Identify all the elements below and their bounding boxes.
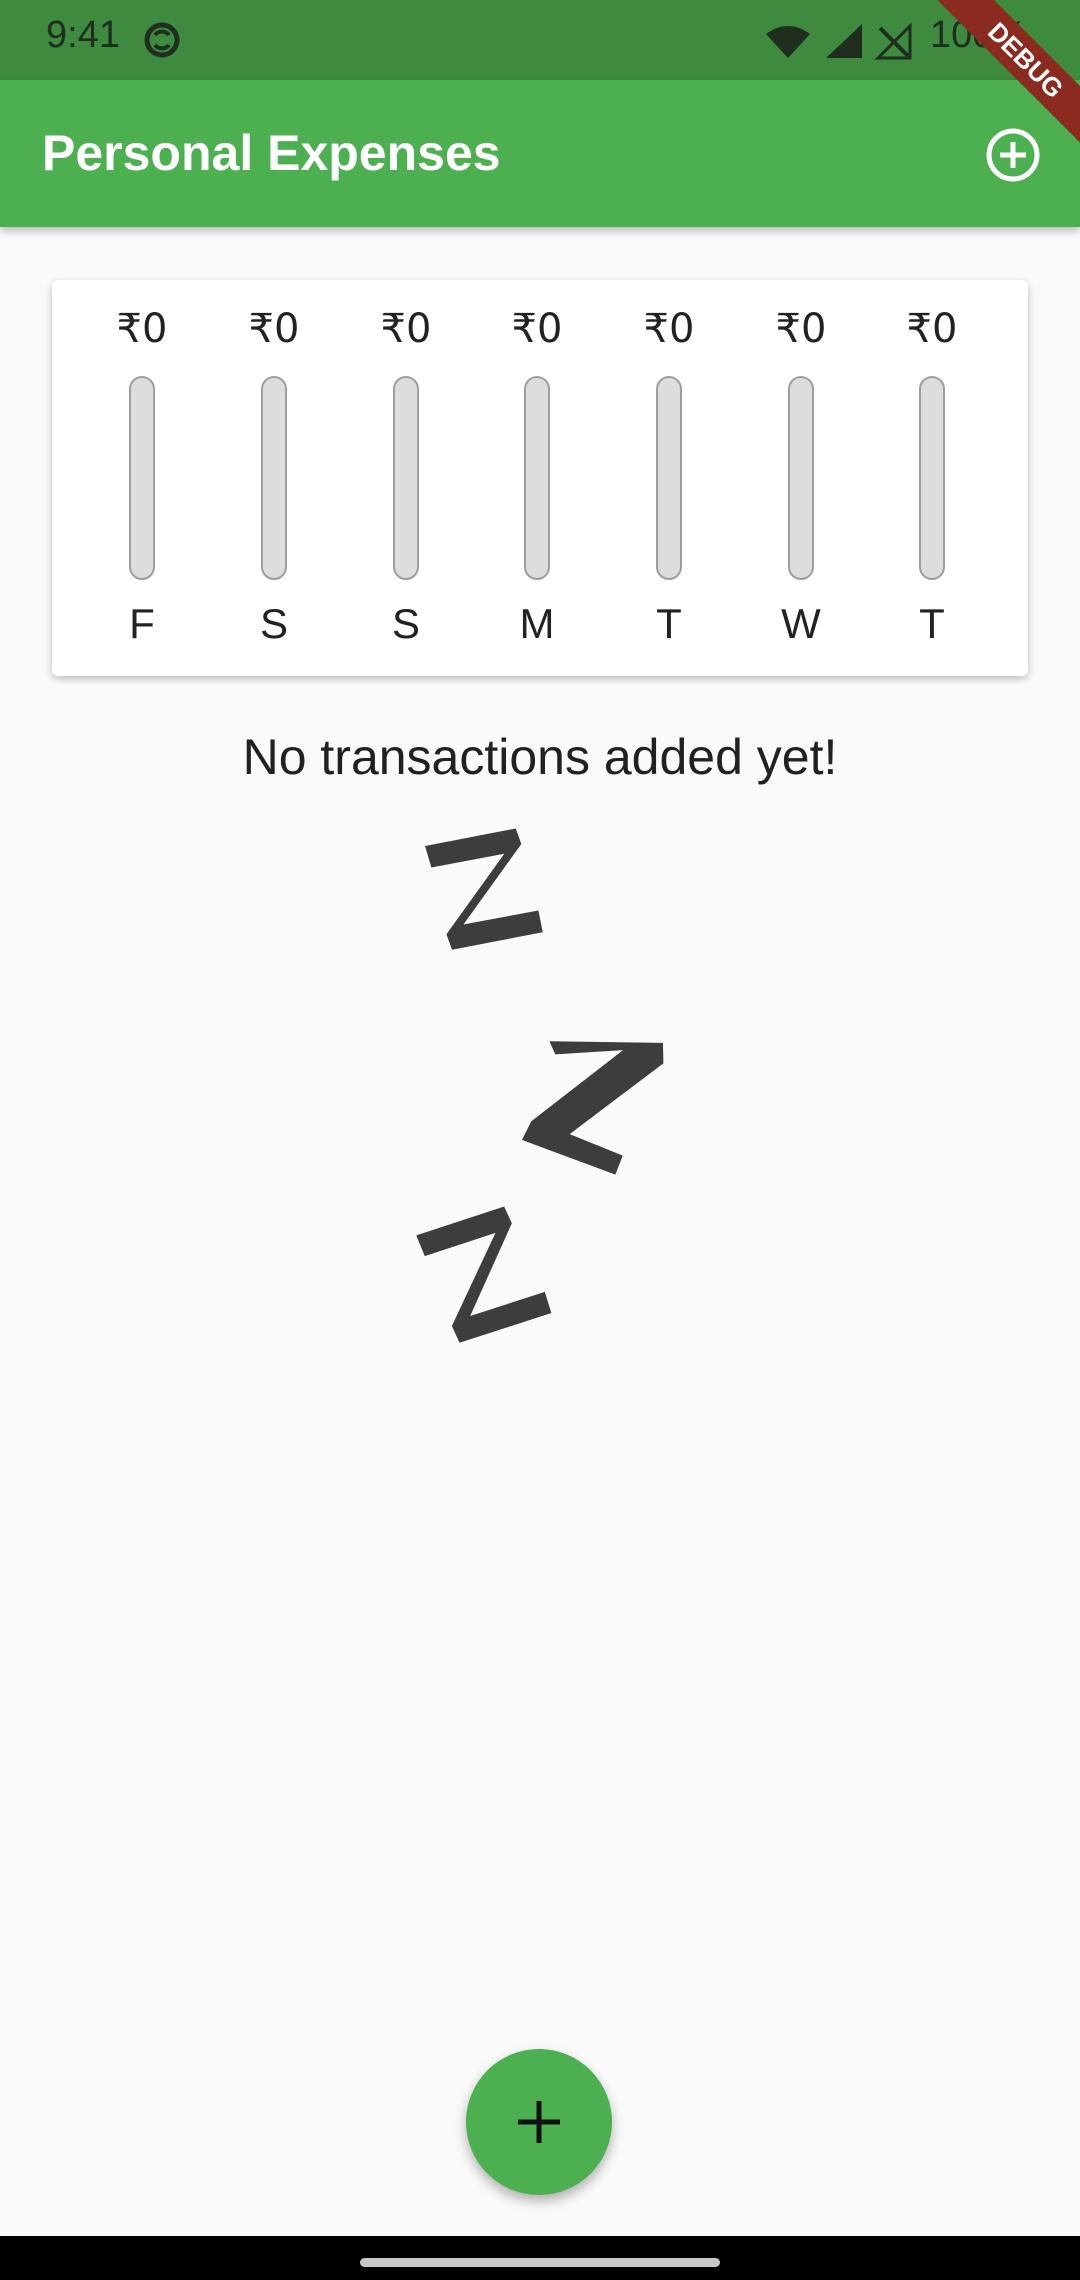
chart-bar-3: ₹0 M <box>487 280 587 676</box>
chart-bar-day-label: T <box>656 600 682 647</box>
plus-icon <box>518 2101 560 2143</box>
weekly-chart-card: ₹0 F ₹0 S ₹0 S ₹0 M ₹0 T ₹0 W ₹0 T <box>52 280 1028 676</box>
sync-icon <box>144 22 180 58</box>
chart-bar-2: ₹0 S <box>356 280 456 676</box>
chart-bar-amount: ₹0 <box>116 306 168 352</box>
gesture-handle[interactable] <box>360 2258 720 2267</box>
chart-bar-4: ₹0 T <box>619 280 719 676</box>
debug-banner-label: DEBUG <box>920 0 1080 160</box>
chart-bar-day-label: S <box>391 600 420 647</box>
app-screen: 9:41 100% DEBUG Personal Expenses ₹0 F ₹0 <box>0 0 1080 2280</box>
chart-bar-amount: ₹0 <box>775 306 827 352</box>
status-bar: 9:41 100% <box>0 0 1080 80</box>
chart-bar-day-label: W <box>781 600 821 647</box>
app-title: Personal Expenses <box>42 125 501 181</box>
chart-bar-amount: ₹0 <box>511 306 563 352</box>
chart-bar-day-label: T <box>919 600 945 647</box>
chart-bar-6: ₹0 T <box>882 280 982 676</box>
chart-bar-amount: ₹0 <box>248 306 300 352</box>
chart-bar-track <box>788 376 814 580</box>
signal-icon <box>826 24 862 58</box>
system-navigation-bar <box>0 2236 1080 2280</box>
chart-bar-amount: ₹0 <box>380 306 432 352</box>
chart-bar-track <box>919 376 945 580</box>
chart-bar-0: ₹0 F <box>92 280 192 676</box>
chart-bar-track <box>129 376 155 580</box>
status-time: 9:41 <box>46 14 120 56</box>
chart-bar-track <box>656 376 682 580</box>
wifi-icon <box>766 26 810 58</box>
chart-bar-track <box>524 376 550 580</box>
debug-banner: DEBUG <box>920 0 1080 160</box>
chart-bar-day-label: M <box>519 600 555 647</box>
chart-bar-day-label: S <box>259 600 288 647</box>
chart-bar-1: ₹0 S <box>224 280 324 676</box>
chart-bar-track <box>393 376 419 580</box>
sleeping-zzz-image <box>416 828 664 1343</box>
app-bar: Personal Expenses <box>0 80 1080 227</box>
chart-bar-track <box>261 376 287 580</box>
add-transaction-fab[interactable] <box>466 2049 612 2195</box>
empty-state-message: No transactions added yet! <box>242 729 838 785</box>
chart-bar-amount: ₹0 <box>906 306 958 352</box>
chart-bar-amount: ₹0 <box>643 306 695 352</box>
no-sim-icon <box>874 22 912 60</box>
chart-bar-day-label: F <box>129 600 155 647</box>
chart-bar-5: ₹0 W <box>751 280 851 676</box>
